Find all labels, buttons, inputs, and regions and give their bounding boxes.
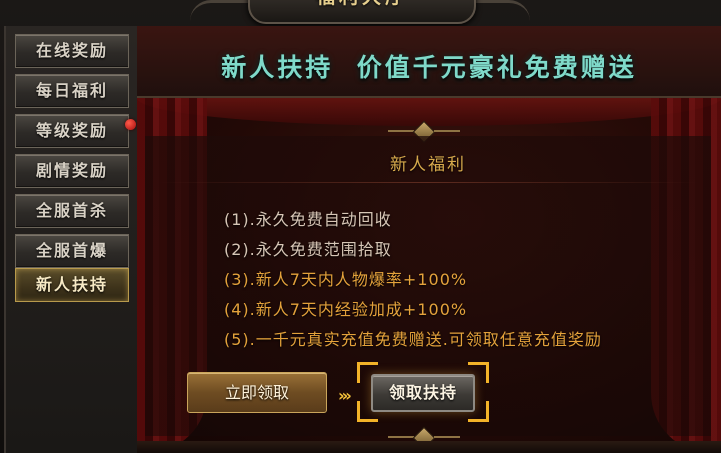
window-title-plate: 福利大厅 bbox=[248, 0, 476, 24]
title-horn-right bbox=[470, 0, 530, 21]
sidebar-item-label: 剧情奖励 bbox=[35, 161, 108, 180]
main-panel: 新人扶持 价值千元豪礼免费赠送 新人福利 (1).永久免费自动回收 (2).永久… bbox=[137, 26, 721, 453]
curtain-valance bbox=[137, 98, 721, 126]
benefit-subtitle: 新人福利 bbox=[390, 155, 466, 175]
sidebar-item-label: 在线奖励 bbox=[35, 41, 108, 60]
sidebar-item-label: 新人扶持 bbox=[35, 275, 108, 294]
bottom-bar bbox=[137, 441, 721, 453]
claim-support-label: 领取扶持 bbox=[388, 383, 457, 402]
sidebar-item-daily-welfare[interactable]: 每日福利 bbox=[15, 74, 129, 108]
sidebar-item-newbie-support[interactable]: 新人扶持 bbox=[15, 268, 129, 302]
banner-text: 新人扶持 价值千元豪礼免费赠送 bbox=[221, 53, 637, 82]
sidebar-item-story-reward[interactable]: 剧情奖励 bbox=[15, 154, 129, 188]
benefit-item: (1).永久免费自动回收 bbox=[224, 210, 392, 229]
sidebar-item-server-first-drop[interactable]: 全服首爆 bbox=[15, 234, 129, 268]
benefit-item: (5).一千元真实充值免费赠送.可领取任意充值奖励 bbox=[224, 330, 602, 349]
red-dot-icon bbox=[125, 119, 136, 130]
sidebar: 在线奖励 每日福利 等级奖励 剧情奖励 全服首杀 全服首爆 新人扶持 bbox=[4, 26, 139, 453]
promo-banner: 新人扶持 价值千元豪礼免费赠送 bbox=[137, 26, 721, 98]
window-title: 福利大厅 bbox=[250, 0, 474, 14]
sidebar-item-label: 等级奖励 bbox=[35, 121, 108, 140]
double-chevron-right-icon: ››› bbox=[338, 386, 352, 405]
claim-now-label: 立即领取 bbox=[224, 383, 289, 402]
sidebar-item-online-reward[interactable]: 在线奖励 bbox=[15, 34, 129, 68]
title-horn-left bbox=[190, 0, 250, 21]
welfare-hall-window: 福利大厅 在线奖励 每日福利 等级奖励 剧情奖励 全服首杀 全服首爆 新人扶持 … bbox=[0, 0, 721, 453]
sidebar-item-server-first-kill[interactable]: 全服首杀 bbox=[15, 194, 129, 228]
sidebar-item-level-reward[interactable]: 等级奖励 bbox=[15, 114, 136, 148]
benefit-item: (4).新人7天内经验加成+100% bbox=[224, 300, 468, 319]
claim-now-button[interactable]: 立即领取 bbox=[187, 372, 327, 413]
sidebar-item-label: 全服首杀 bbox=[35, 201, 108, 220]
benefit-item: (3).新人7天内人物爆率+100% bbox=[224, 270, 468, 289]
claim-support-button[interactable]: 领取扶持 bbox=[371, 374, 475, 412]
divider bbox=[157, 182, 699, 183]
benefit-item: (2).永久免费范围拾取 bbox=[224, 240, 392, 259]
sidebar-item-label: 每日福利 bbox=[35, 81, 108, 100]
sidebar-item-label: 全服首爆 bbox=[35, 241, 108, 260]
